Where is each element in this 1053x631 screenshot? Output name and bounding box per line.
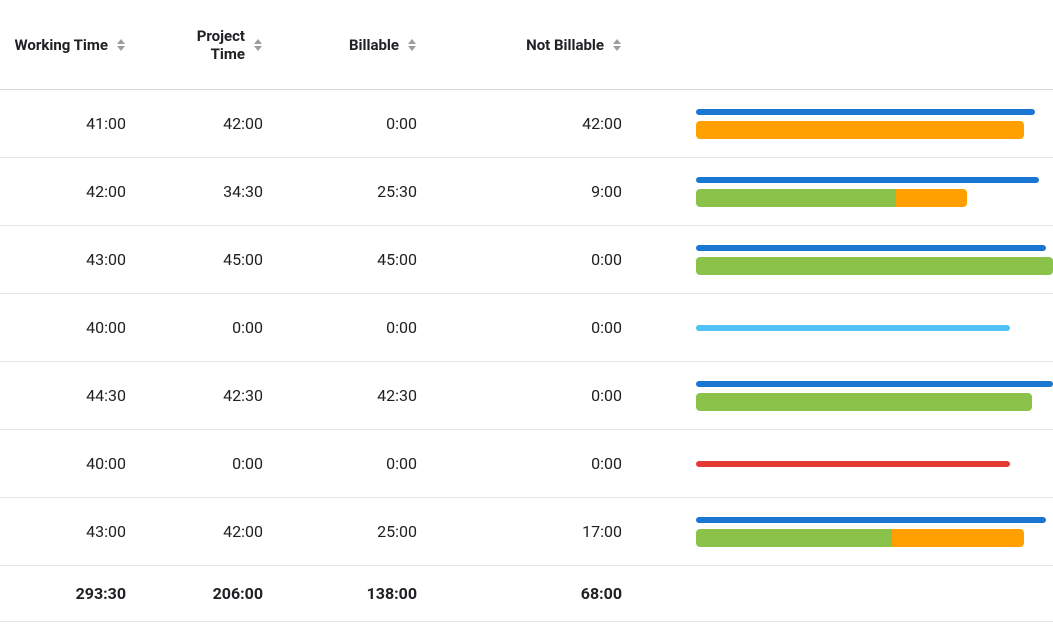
table-row: 43:0042:0025:0017:00 bbox=[0, 498, 1053, 566]
cell-project: 42:00 bbox=[168, 522, 305, 541]
project-time-bar bbox=[696, 121, 1053, 139]
cell-billable: 0:00 bbox=[305, 318, 459, 337]
column-header-project-time[interactable]: ProjectTime bbox=[168, 27, 305, 63]
cell-bars bbox=[664, 517, 1053, 547]
column-label: Not Billable bbox=[526, 36, 604, 54]
project-time-bar bbox=[696, 529, 1053, 547]
time-bar-chart bbox=[696, 381, 1053, 411]
sort-icon bbox=[407, 38, 417, 52]
cell-project: 42:00 bbox=[168, 114, 305, 133]
cell-working: 44:30 bbox=[0, 386, 168, 405]
cell-billable: 25:00 bbox=[305, 522, 459, 541]
column-label: ProjectTime bbox=[197, 27, 245, 63]
time-bar-chart bbox=[696, 325, 1053, 331]
cell-working: 42:00 bbox=[0, 182, 168, 201]
bar-segment bbox=[696, 109, 1035, 115]
cell-billable: 0:00 bbox=[305, 114, 459, 133]
table-row: 40:000:000:000:00 bbox=[0, 294, 1053, 362]
bar-segment bbox=[696, 257, 1053, 275]
column-label: Billable bbox=[349, 36, 399, 54]
bar-segment bbox=[696, 245, 1046, 251]
cell-bars bbox=[664, 461, 1053, 467]
working-time-bar bbox=[696, 177, 1053, 183]
cell-bars bbox=[664, 325, 1053, 331]
cell-bars bbox=[664, 381, 1053, 411]
table-row: 44:3042:3042:300:00 bbox=[0, 362, 1053, 430]
total-project-time: 206:00 bbox=[168, 584, 305, 603]
time-bar-chart bbox=[696, 245, 1053, 275]
cell-project: 42:30 bbox=[168, 386, 305, 405]
table-row: 43:0045:0045:000:00 bbox=[0, 226, 1053, 294]
bar-segment bbox=[696, 529, 892, 547]
time-bar-chart bbox=[696, 517, 1053, 547]
cell-billable: 42:30 bbox=[305, 386, 459, 405]
cell-working: 43:00 bbox=[0, 250, 168, 269]
cell-billable: 25:30 bbox=[305, 182, 459, 201]
bar-segment bbox=[696, 121, 1024, 139]
cell-working: 40:00 bbox=[0, 318, 168, 337]
cell-billable: 45:00 bbox=[305, 250, 459, 269]
table-body: 41:0042:000:0042:0042:0034:3025:309:0043… bbox=[0, 90, 1053, 566]
project-time-bar bbox=[696, 189, 1053, 207]
column-header-working-time[interactable]: Working Time bbox=[0, 36, 168, 54]
project-time-bar bbox=[696, 257, 1053, 275]
column-header-billable[interactable]: Billable bbox=[305, 36, 459, 54]
cell-notbillable: 0:00 bbox=[459, 250, 664, 269]
working-time-bar bbox=[696, 517, 1053, 523]
working-time-bar bbox=[696, 325, 1053, 331]
bar-segment bbox=[892, 529, 1024, 547]
project-time-bar bbox=[696, 393, 1053, 411]
cell-project: 0:00 bbox=[168, 454, 305, 473]
cell-notbillable: 9:00 bbox=[459, 182, 664, 201]
table-header-row: Working Time ProjectTime Billable Not Bi… bbox=[0, 0, 1053, 90]
bar-segment bbox=[696, 393, 1032, 411]
bar-segment bbox=[696, 517, 1046, 523]
cell-notbillable: 0:00 bbox=[459, 454, 664, 473]
cell-bars bbox=[664, 177, 1053, 207]
total-billable: 138:00 bbox=[305, 584, 459, 603]
time-bar-chart bbox=[696, 109, 1053, 139]
sort-icon bbox=[253, 38, 263, 52]
total-working-time: 293:30 bbox=[0, 584, 168, 603]
cell-notbillable: 0:00 bbox=[459, 318, 664, 337]
bar-segment bbox=[896, 189, 967, 207]
cell-bars bbox=[664, 109, 1053, 139]
table-row: 40:000:000:000:00 bbox=[0, 430, 1053, 498]
cell-working: 41:00 bbox=[0, 114, 168, 133]
cell-bars bbox=[664, 245, 1053, 275]
cell-project: 34:30 bbox=[168, 182, 305, 201]
cell-notbillable: 42:00 bbox=[459, 114, 664, 133]
cell-working: 43:00 bbox=[0, 522, 168, 541]
cell-notbillable: 0:00 bbox=[459, 386, 664, 405]
bar-segment bbox=[696, 381, 1053, 387]
bar-segment bbox=[696, 177, 1039, 183]
sort-icon bbox=[612, 38, 622, 52]
sort-icon bbox=[116, 38, 126, 52]
table-row: 42:0034:3025:309:00 bbox=[0, 158, 1053, 226]
time-table: Working Time ProjectTime Billable Not Bi… bbox=[0, 0, 1053, 622]
bar-segment bbox=[696, 189, 896, 207]
cell-billable: 0:00 bbox=[305, 454, 459, 473]
column-label: Working Time bbox=[14, 36, 108, 54]
total-not-billable: 68:00 bbox=[459, 584, 664, 603]
column-header-not-billable[interactable]: Not Billable bbox=[459, 36, 664, 54]
bar-segment bbox=[696, 325, 1010, 331]
time-bar-chart bbox=[696, 461, 1053, 467]
table-row: 41:0042:000:0042:00 bbox=[0, 90, 1053, 158]
working-time-bar bbox=[696, 381, 1053, 387]
cell-notbillable: 17:00 bbox=[459, 522, 664, 541]
working-time-bar bbox=[696, 245, 1053, 251]
working-time-bar bbox=[696, 109, 1053, 115]
cell-working: 40:00 bbox=[0, 454, 168, 473]
cell-project: 45:00 bbox=[168, 250, 305, 269]
bar-segment bbox=[696, 461, 1010, 467]
table-total-row: 293:30 206:00 138:00 68:00 bbox=[0, 566, 1053, 622]
working-time-bar bbox=[696, 461, 1053, 467]
time-bar-chart bbox=[696, 177, 1053, 207]
cell-project: 0:00 bbox=[168, 318, 305, 337]
